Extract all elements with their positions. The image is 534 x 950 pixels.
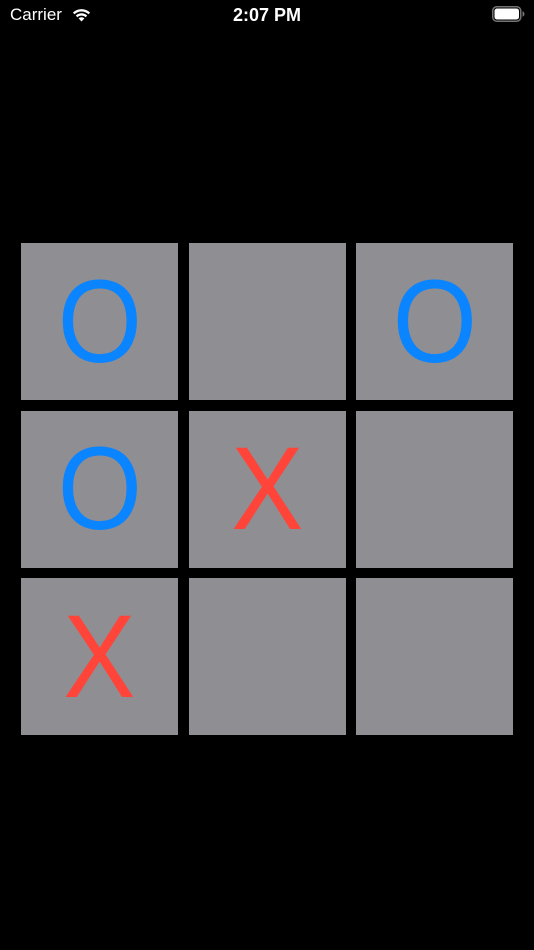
board-cell-8[interactable] [188,578,346,735]
status-bar: Carrier 2:07 PM [0,0,534,32]
cell-mark: O [57,255,142,388]
cell-mark: X [230,423,304,555]
board-cell-6[interactable] [356,410,513,568]
board-cell-3[interactable]: O [356,243,513,400]
board-cell-5[interactable]: X [188,410,346,568]
board-cell-2[interactable] [188,243,346,400]
board-cell-9[interactable] [356,578,513,735]
cell-mark: X [63,590,136,723]
cell-mark: O [57,423,142,555]
board-cell-7[interactable]: X [21,578,178,735]
board-cell-4[interactable]: O [21,410,178,568]
battery-icon [492,6,525,22]
cell-mark: O [392,255,477,388]
game-board: O O O X X [21,243,513,735]
board-cell-1[interactable]: O [21,243,178,400]
clock: 2:07 PM [232,5,302,25]
